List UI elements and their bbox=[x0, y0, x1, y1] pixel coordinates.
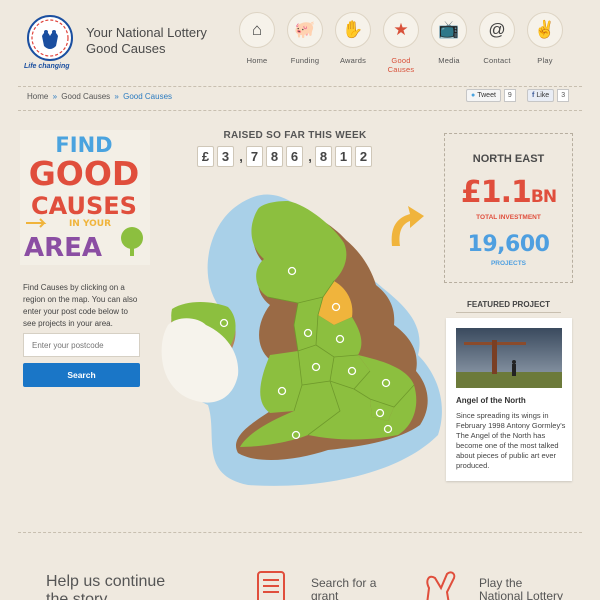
nav-label: Awards bbox=[339, 56, 367, 65]
site-title: Your National Lottery Good Causes bbox=[86, 25, 207, 57]
featured-project-name[interactable]: Angel of the North bbox=[456, 396, 526, 405]
nav-item-funding[interactable]: 🐖 Funding bbox=[281, 12, 329, 72]
like-count: 3 bbox=[557, 89, 570, 102]
breadcrumb-parent[interactable]: Good Causes bbox=[61, 92, 110, 101]
tweet-label: Tweet bbox=[477, 92, 496, 99]
play-lottery-link[interactable]: Play the National Lottery bbox=[479, 577, 563, 600]
projects-count: 19,600 bbox=[467, 232, 550, 257]
breadcrumb-current: Good Causes bbox=[123, 92, 173, 101]
raised-counter: £3, 7 8 6, 8 1 2 bbox=[197, 146, 375, 167]
badge-in-your: IN YOUR bbox=[69, 219, 111, 229]
counter-digit: 1 bbox=[335, 146, 352, 167]
curved-arrow-icon bbox=[391, 206, 424, 246]
at-icon: @ bbox=[479, 12, 515, 48]
investment-amount: £1.1 bbox=[460, 175, 532, 210]
main-nav: ⌂ Home 🐖 Funding ✋ Awards ★ Good Causes 📺 Media @ C… bbox=[233, 12, 569, 74]
header-divider bbox=[18, 86, 582, 87]
region-name: NORTH EAST bbox=[472, 153, 545, 165]
find-good-causes-badge: FIND GOOD CAUSES IN YOUR AREA bbox=[20, 130, 150, 265]
like-widget: f Like 3 bbox=[527, 89, 570, 102]
badge-causes: CAUSES bbox=[31, 192, 137, 220]
awards-hand-icon: ✋ bbox=[335, 12, 371, 48]
raised-title: RAISED SO FAR THIS WEEK bbox=[223, 130, 367, 141]
breadcrumb-separator: » bbox=[52, 92, 58, 101]
counter-digit: 6 bbox=[286, 146, 303, 167]
nav-label: Funding bbox=[290, 56, 320, 65]
investment-unit: BN bbox=[530, 187, 557, 207]
crossed-fingers-icon[interactable] bbox=[415, 570, 463, 600]
find-causes-description: Find Causes by clicking on a region on t… bbox=[23, 283, 138, 328]
counter-separator: , bbox=[308, 149, 312, 164]
breadcrumb-separator: » bbox=[114, 92, 119, 101]
grant-form-icon[interactable] bbox=[252, 568, 292, 600]
breadcrumb-home[interactable]: Home bbox=[27, 92, 48, 101]
badge-area: AREA bbox=[24, 233, 102, 263]
counter-digit: 2 bbox=[355, 146, 372, 167]
nav-label: Good Causes bbox=[387, 56, 415, 74]
facebook-icon: f bbox=[532, 92, 535, 99]
like-button[interactable]: f Like bbox=[527, 89, 555, 102]
footer-help-line1: Help us continue bbox=[46, 573, 166, 590]
piggy-bank-icon: 🐖 bbox=[287, 12, 323, 48]
nav-label: Contact bbox=[483, 56, 511, 65]
nav-label: Home bbox=[246, 56, 268, 65]
featured-project-title: FEATURED PROJECT bbox=[467, 300, 550, 309]
house-icon: ⌂ bbox=[239, 12, 275, 48]
total-investment-label: TOTAL INVESTMENT bbox=[476, 214, 541, 221]
projects-label: PROJECTS bbox=[490, 260, 527, 267]
counter-digit: 7 bbox=[246, 146, 263, 167]
search-grant-line2: grant bbox=[311, 589, 339, 600]
logo-tagline: Life changing bbox=[24, 63, 70, 70]
tweet-widget: ● Tweet 9 bbox=[466, 89, 516, 102]
footer-help-heading: Help us continue the story bbox=[46, 573, 165, 600]
counter-digit: 3 bbox=[217, 146, 234, 167]
tweet-button[interactable]: ● Tweet bbox=[466, 89, 501, 102]
breadcrumb: Home » Good Causes » Good Causes bbox=[27, 92, 172, 101]
badge-good: GOOD bbox=[29, 154, 140, 193]
crossed-fingers-icon: ✌ bbox=[527, 12, 563, 48]
nav-label: Play bbox=[537, 56, 553, 65]
like-label: Like bbox=[536, 92, 550, 99]
star-icon: ★ bbox=[383, 12, 419, 48]
nav-item-awards[interactable]: ✋ Awards bbox=[329, 12, 377, 72]
content-divider bbox=[18, 532, 582, 533]
nav-item-play[interactable]: ✌ Play bbox=[521, 12, 569, 72]
postcode-input[interactable] bbox=[23, 333, 140, 357]
counter-separator: , bbox=[239, 149, 243, 164]
nav-item-contact[interactable]: @ Contact bbox=[473, 12, 521, 72]
counter-digit: 8 bbox=[266, 146, 283, 167]
nav-item-home[interactable]: ⌂ Home bbox=[233, 12, 281, 72]
search-grant-link[interactable]: Search for a grant bbox=[311, 577, 376, 600]
national-lottery-logo[interactable] bbox=[24, 14, 76, 66]
featured-project-description: Since spreading its wings in February 19… bbox=[456, 411, 566, 470]
breadcrumb-divider bbox=[18, 110, 582, 111]
counter-digit: 8 bbox=[315, 146, 332, 167]
site-title-line1: Your National Lottery bbox=[86, 25, 207, 40]
footer-help-line2: the story bbox=[46, 591, 108, 600]
nav-item-media[interactable]: 📺 Media bbox=[425, 12, 473, 72]
site-title-line2: Good Causes bbox=[86, 41, 166, 56]
play-lottery-line2: National Lottery bbox=[479, 589, 564, 600]
nav-item-good-causes[interactable]: ★ Good Causes bbox=[377, 12, 425, 74]
total-investment-value: £1.1BN bbox=[444, 175, 573, 210]
twitter-bird-icon: ● bbox=[471, 92, 476, 99]
search-button[interactable]: Search bbox=[23, 363, 140, 387]
angel-of-the-north-photo[interactable] bbox=[456, 328, 562, 388]
counter-digit: £ bbox=[197, 146, 214, 167]
nav-label: Media bbox=[438, 56, 460, 65]
tv-icon: 📺 bbox=[431, 12, 467, 48]
tweet-count: 9 bbox=[503, 89, 516, 102]
featured-divider bbox=[456, 312, 561, 313]
